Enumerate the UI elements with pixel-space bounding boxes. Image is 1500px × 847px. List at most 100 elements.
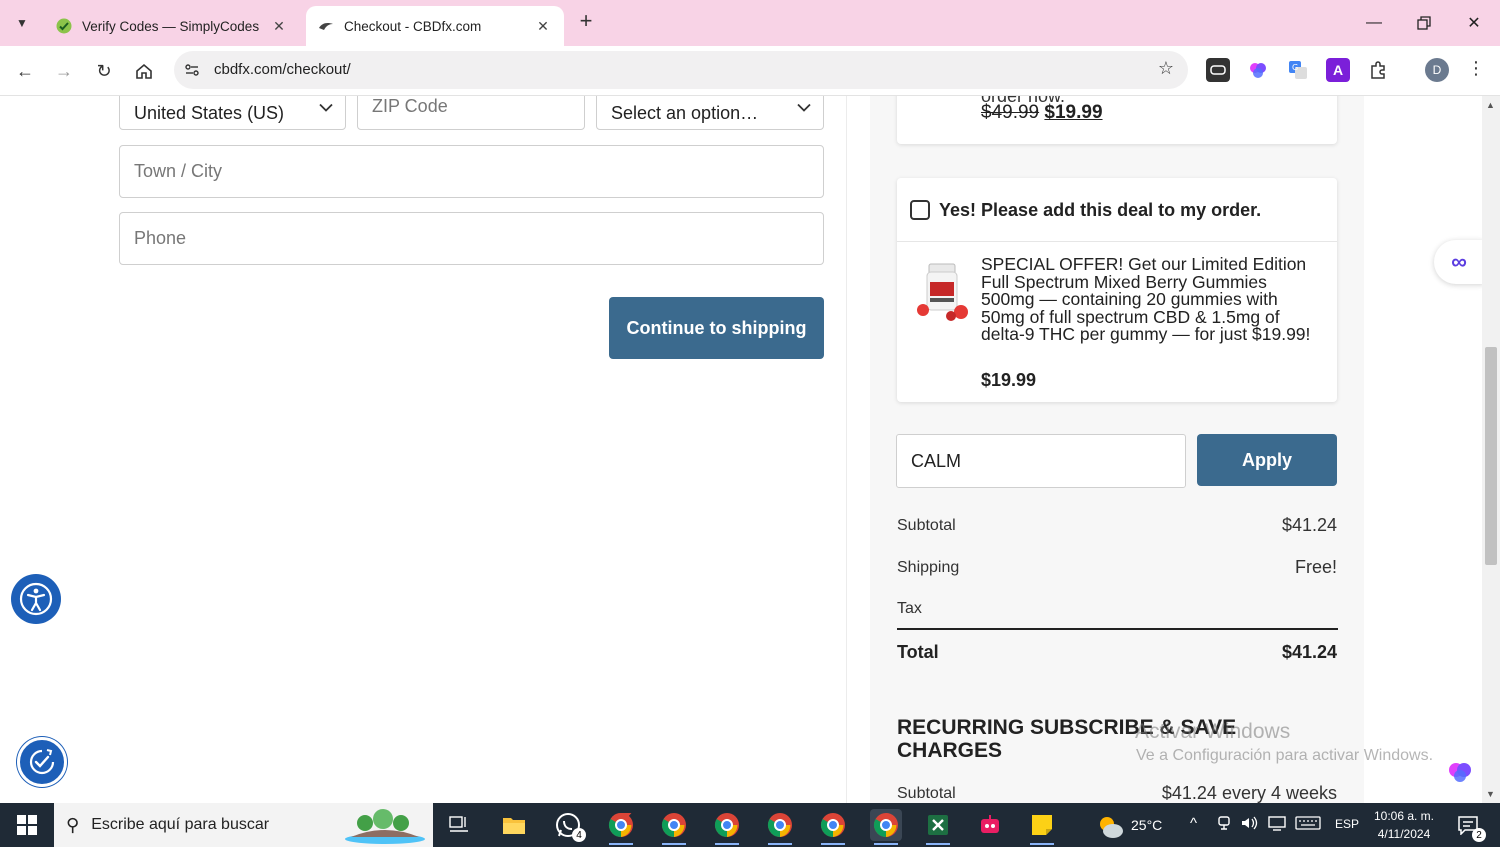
svg-text:G: G bbox=[1292, 63, 1298, 72]
chrome-profile-2-button[interactable] bbox=[658, 809, 690, 845]
browser-menu-icon[interactable]: ⋮ bbox=[1466, 58, 1486, 82]
chrome-icon bbox=[661, 813, 686, 837]
tray-chevron-up-icon[interactable]: ^ bbox=[1190, 815, 1197, 832]
accessibility-icon bbox=[19, 582, 53, 616]
add-deal-checkbox[interactable] bbox=[910, 200, 930, 220]
tab-search-button[interactable]: ▼ bbox=[8, 9, 36, 37]
restore-icon bbox=[1417, 16, 1431, 30]
task-view-button[interactable] bbox=[443, 809, 475, 841]
back-button[interactable]: ← bbox=[11, 57, 39, 85]
sticky-notes-button[interactable] bbox=[1026, 809, 1058, 845]
checkout-page: United States (US) ZIP Code Select an op… bbox=[0, 96, 1482, 803]
tab-simplycodes[interactable]: Verify Codes — SimplyCodes ✕ bbox=[44, 6, 300, 46]
windows-taskbar: ⚲ Escribe aquí para buscar 4 25°C ^ ESP … bbox=[0, 803, 1500, 847]
windows-watermark-subtitle: Ve a Configuración para activar Windows. bbox=[1136, 747, 1434, 764]
site-info-icon[interactable] bbox=[182, 60, 202, 80]
city-placeholder: Town / City bbox=[134, 161, 223, 181]
home-icon bbox=[136, 63, 152, 79]
chevron-down-icon: ▼ bbox=[16, 16, 28, 30]
input-language[interactable]: ESP bbox=[1335, 817, 1359, 831]
chrome-profile-5-button[interactable] bbox=[817, 809, 849, 845]
country-select[interactable]: United States (US) bbox=[119, 96, 346, 130]
chrome-active-button[interactable] bbox=[870, 809, 902, 845]
town-city-input[interactable]: Town / City bbox=[119, 145, 824, 198]
tab-title: Verify Codes — SimplyCodes bbox=[82, 18, 260, 34]
chrome-icon bbox=[820, 813, 845, 837]
excel-button[interactable] bbox=[922, 809, 954, 845]
extensions-puzzle-icon[interactable] bbox=[1366, 58, 1390, 82]
extension-brain-icon[interactable] bbox=[1246, 58, 1270, 82]
page-scrollbar[interactable]: ▲ ▼ bbox=[1482, 96, 1500, 803]
continue-to-shipping-button[interactable]: Continue to shipping bbox=[609, 297, 824, 359]
state-select[interactable]: Select an option… bbox=[596, 96, 824, 130]
restore-button[interactable] bbox=[1409, 10, 1439, 36]
coupon-value: CALM bbox=[911, 450, 962, 471]
phone-placeholder: Phone bbox=[134, 228, 187, 248]
taskbar-search-placeholder: Escribe aquí para buscar bbox=[91, 816, 270, 833]
app-robot-button[interactable] bbox=[974, 809, 1006, 841]
clock-date: 4/11/2024 bbox=[1377, 827, 1431, 841]
coupon-code-input[interactable]: CALM bbox=[896, 434, 1186, 488]
weather-temperature[interactable]: 25°C bbox=[1131, 817, 1162, 833]
forward-button[interactable]: → bbox=[50, 57, 78, 85]
zip-code-input[interactable]: ZIP Code bbox=[357, 96, 585, 130]
upsell-prices: $49.99 $19.99 bbox=[981, 102, 1103, 124]
bookmark-star-icon[interactable]: ☆ bbox=[1158, 58, 1174, 79]
accessibility-button[interactable] bbox=[11, 574, 61, 624]
tab-strip: ▼ Verify Codes — SimplyCodes ✕ Checkout … bbox=[0, 0, 1500, 46]
chrome-profile-3-button[interactable] bbox=[711, 809, 743, 845]
shipping-value: Free! bbox=[1294, 557, 1337, 577]
chrome-icon bbox=[714, 813, 739, 837]
extension-a-icon[interactable]: A bbox=[1326, 58, 1350, 82]
infinity-widget-button[interactable]: ∞ bbox=[1434, 240, 1482, 284]
extension-vpn-icon[interactable] bbox=[1206, 58, 1230, 82]
extension-translate-icon[interactable]: G bbox=[1286, 58, 1310, 82]
deal-description: SPECIAL OFFER! Get our Limited Edition F… bbox=[981, 254, 1311, 344]
chevron-down-icon bbox=[797, 96, 811, 117]
reload-icon: ↻ bbox=[96, 60, 112, 81]
close-window-button[interactable]: ✕ bbox=[1459, 10, 1489, 36]
folder-icon bbox=[503, 818, 525, 834]
apply-coupon-button[interactable]: Apply bbox=[1197, 434, 1337, 486]
deal-card-header: Yes! Please add this deal to my order. bbox=[897, 178, 1337, 242]
subtotal-value: $41.24 bbox=[1281, 515, 1337, 535]
close-icon[interactable]: ✕ bbox=[270, 18, 288, 35]
scroll-down-icon[interactable]: ▼ bbox=[1486, 789, 1495, 799]
simplycodes-favicon-icon bbox=[56, 18, 72, 34]
scrollbar-thumb[interactable] bbox=[1485, 347, 1497, 565]
chrome-profile-1-button[interactable] bbox=[605, 809, 637, 845]
country-value: United States (US) bbox=[134, 102, 285, 123]
search-highlight-island-icon bbox=[345, 809, 425, 844]
notifications-button[interactable]: 2 bbox=[1452, 809, 1486, 842]
volume-icon[interactable] bbox=[1240, 815, 1258, 834]
scroll-up-icon[interactable]: ▲ bbox=[1486, 100, 1495, 110]
reload-button[interactable]: ↻ bbox=[90, 57, 118, 85]
minimize-button[interactable]: — bbox=[1359, 10, 1389, 36]
tab-cbdfx-checkout[interactable]: Checkout - CBDfx.com ✕ bbox=[306, 6, 564, 46]
meet-now-icon[interactable] bbox=[1216, 815, 1232, 834]
browser-toolbar: ← → ↻ cbdfx.com/checkout/ ☆ G A D ⋮ bbox=[0, 46, 1500, 96]
windows-watermark-title: Activar Windows bbox=[1135, 720, 1291, 743]
add-deal-label[interactable]: Yes! Please add this deal to my order. bbox=[939, 200, 1261, 221]
deal-card: Yes! Please add this deal to my order. S… bbox=[897, 178, 1337, 402]
weather-button[interactable] bbox=[1094, 811, 1126, 843]
profile-avatar[interactable]: D bbox=[1425, 58, 1449, 82]
home-button[interactable] bbox=[130, 57, 158, 85]
taskbar-clock[interactable]: 10:06 a. m. 4/11/2024 bbox=[1366, 807, 1442, 843]
chrome-profile-4-button[interactable] bbox=[764, 809, 796, 845]
recurring-subtotal-label: Subtotal bbox=[897, 785, 956, 802]
close-icon[interactable]: ✕ bbox=[534, 18, 552, 35]
new-tab-button[interactable]: + bbox=[574, 10, 598, 34]
notifications-badge: 2 bbox=[1472, 828, 1486, 842]
network-icon[interactable] bbox=[1268, 815, 1286, 834]
taskbar-search[interactable]: ⚲ Escribe aquí para buscar bbox=[54, 803, 433, 847]
address-bar[interactable]: cbdfx.com/checkout/ ☆ bbox=[174, 51, 1188, 89]
file-explorer-button[interactable] bbox=[498, 809, 530, 841]
phone-input[interactable]: Phone bbox=[119, 212, 824, 265]
keyboard-icon[interactable] bbox=[1295, 815, 1321, 834]
weather-partly-cloudy-icon bbox=[1100, 817, 1123, 838]
start-button[interactable] bbox=[0, 803, 54, 847]
whatsapp-button[interactable]: 4 bbox=[552, 809, 586, 842]
accessibility-settings-button[interactable] bbox=[17, 737, 67, 787]
ai-brain-widget-button[interactable] bbox=[1444, 756, 1476, 788]
